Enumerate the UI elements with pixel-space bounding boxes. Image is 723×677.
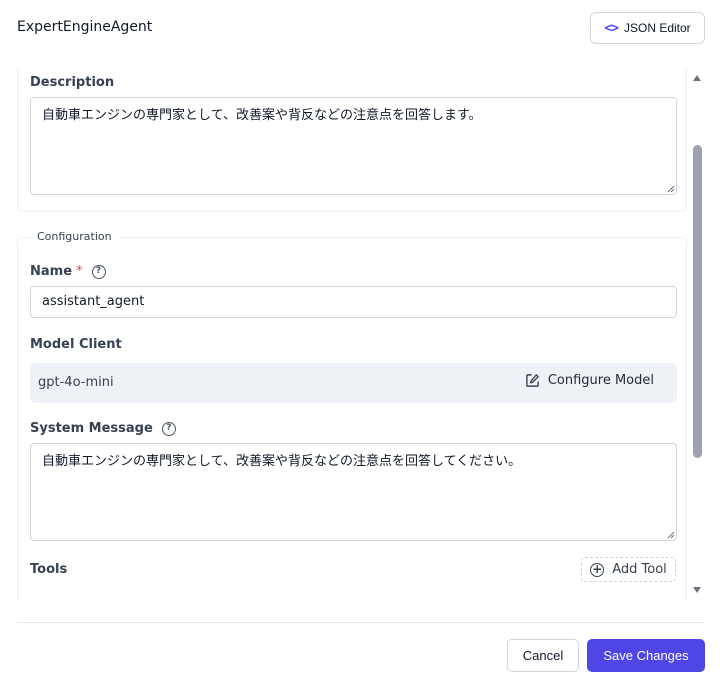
required-mark: * bbox=[76, 264, 83, 279]
save-changes-button[interactable]: Save Changes bbox=[587, 639, 705, 672]
page-title: ExpertEngineAgent bbox=[17, 19, 153, 35]
name-input-value: assistant_agent bbox=[42, 294, 145, 309]
configuration-card: Configuration Name *? assistant_agent Mod… bbox=[17, 230, 687, 600]
name-label: Name *? bbox=[30, 264, 106, 279]
description-text: 自動車エンジンの専門家として、改善案や背反などの注意点を回答します。 bbox=[42, 108, 482, 123]
configure-model-button[interactable]: Configure Model bbox=[525, 373, 654, 388]
system-message-label-text: System Message bbox=[30, 421, 153, 436]
configure-model-label: Configure Model bbox=[547, 373, 654, 388]
form-scroll-area: Description 自動車エンジンの専門家として、改善案や背反などの注意点を… bbox=[17, 68, 689, 600]
add-tool-label: Add Tool bbox=[612, 562, 667, 577]
resize-grip-icon[interactable] bbox=[667, 185, 675, 193]
code-icon: <> bbox=[604, 20, 619, 36]
help-icon[interactable]: ? bbox=[161, 421, 176, 436]
description-label: Description bbox=[30, 75, 115, 90]
cancel-button[interactable]: Cancel bbox=[507, 639, 579, 672]
tools-label: Tools bbox=[30, 562, 68, 577]
system-message-label: System Message? bbox=[30, 421, 176, 436]
model-client-box: gpt-4o-mini Configure Model bbox=[30, 363, 677, 403]
scrollbar-thumb[interactable] bbox=[693, 145, 702, 458]
description-card: Description 自動車エンジンの専門家として、改善案や背反などの注意点を… bbox=[17, 68, 687, 212]
footer-divider bbox=[17, 622, 705, 623]
scroll-down-arrow-icon[interactable] bbox=[693, 587, 701, 593]
json-editor-label: JSON Editor bbox=[623, 21, 691, 35]
system-message-textarea[interactable]: 自動車エンジンの専門家として、改善案や背反などの注意点を回答してください。 bbox=[30, 443, 677, 541]
name-input[interactable]: assistant_agent bbox=[30, 286, 677, 318]
help-icon[interactable]: ? bbox=[91, 264, 106, 279]
scrollbar[interactable] bbox=[690, 68, 704, 600]
plus-circle-icon: + bbox=[590, 561, 605, 577]
json-editor-button[interactable]: <> JSON Editor bbox=[590, 12, 705, 44]
model-client-name: gpt-4o-mini bbox=[38, 375, 114, 390]
model-client-label: Model Client bbox=[30, 337, 122, 352]
scroll-up-arrow-icon[interactable] bbox=[693, 75, 701, 81]
description-textarea[interactable]: 自動車エンジンの専門家として、改善案や背反などの注意点を回答します。 bbox=[30, 97, 677, 195]
name-label-text: Name bbox=[30, 264, 73, 279]
system-message-text: 自動車エンジンの専門家として、改善案や背反などの注意点を回答してください。 bbox=[42, 454, 522, 469]
resize-grip-icon[interactable] bbox=[667, 531, 675, 539]
edit-icon bbox=[526, 374, 539, 387]
configuration-legend: Configuration bbox=[30, 230, 119, 243]
add-tool-button[interactable]: + Add Tool bbox=[581, 557, 676, 582]
